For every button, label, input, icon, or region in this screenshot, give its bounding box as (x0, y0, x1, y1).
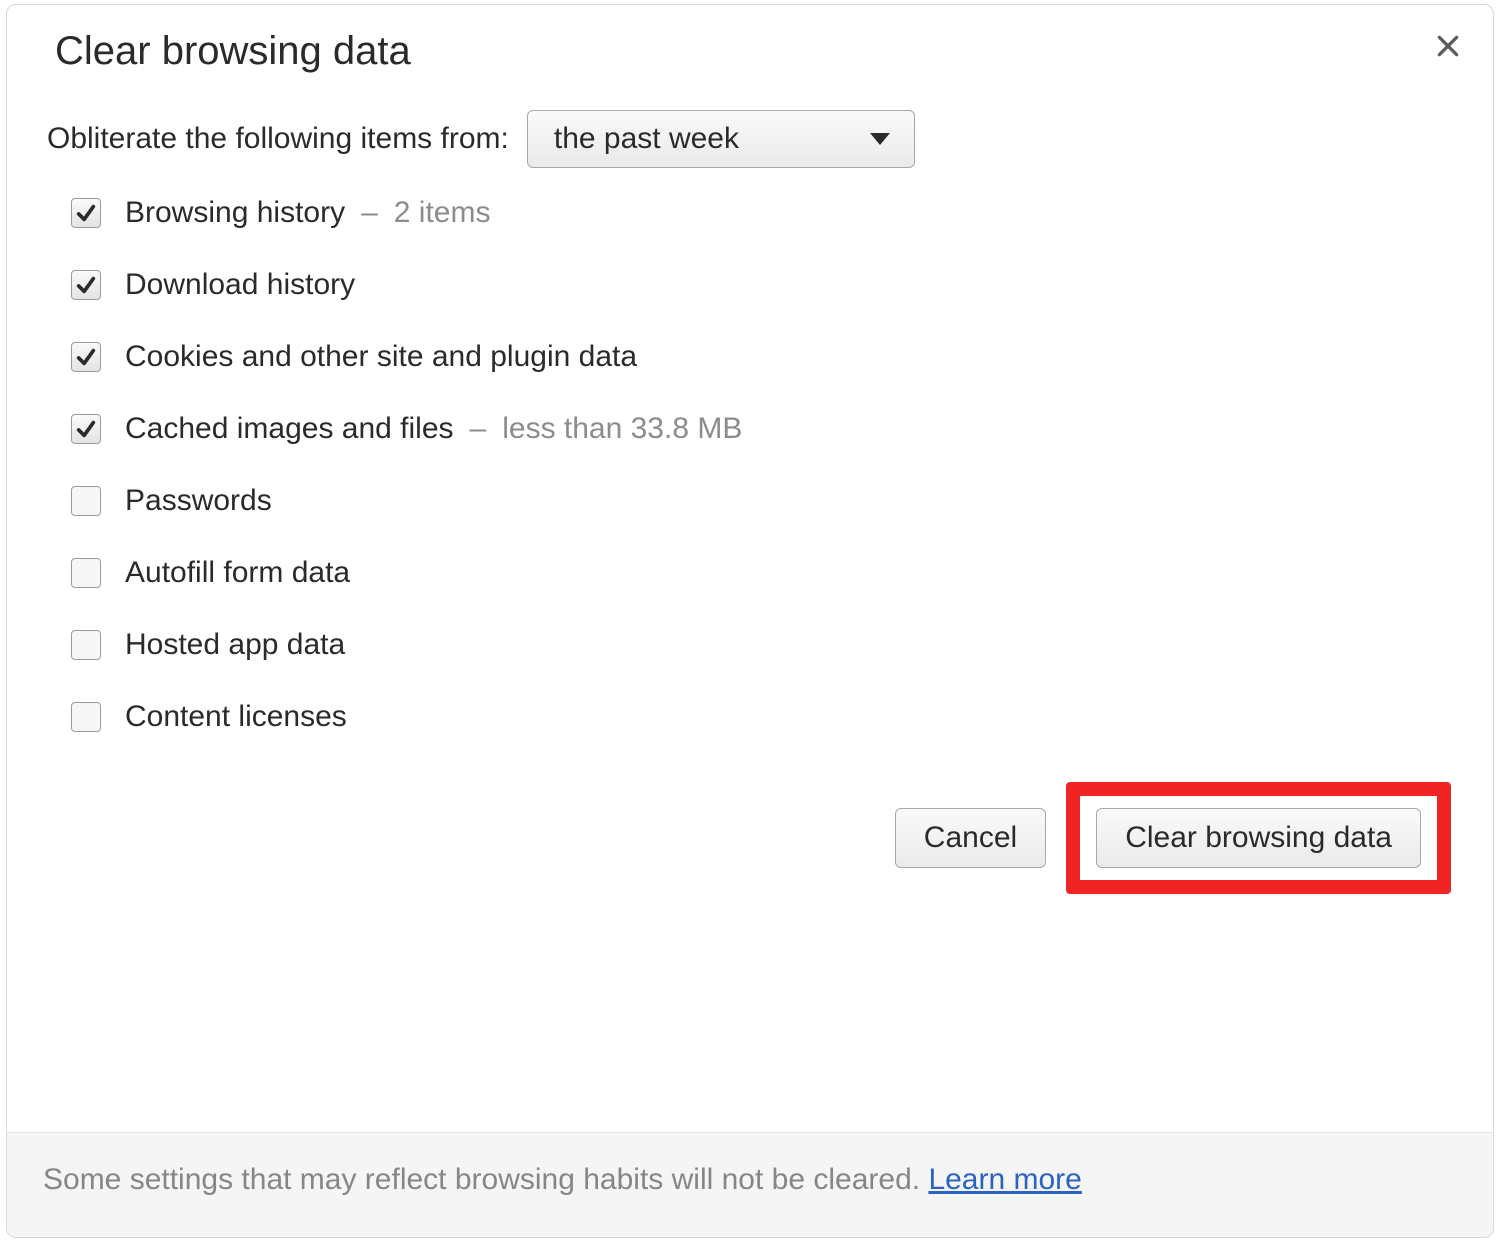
checkbox-cookies[interactable] (71, 342, 101, 372)
checkbox-hosted-app[interactable] (71, 630, 101, 660)
close-icon[interactable] (1428, 26, 1468, 66)
label-browsing-history: Browsing history (125, 196, 345, 230)
dialog-actions: Cancel Clear browsing data (47, 772, 1453, 928)
checkbox-download-history[interactable] (71, 270, 101, 300)
cancel-button-label: Cancel (924, 821, 1017, 855)
separator-dash: – (470, 412, 487, 446)
row-hosted-app: Hosted app data (71, 628, 1453, 662)
cancel-button[interactable]: Cancel (895, 808, 1046, 868)
row-cache: Cached images and files – less than 33.8… (71, 412, 1453, 446)
checkbox-cache[interactable] (71, 414, 101, 444)
checkbox-browsing-history[interactable] (71, 198, 101, 228)
clear-browsing-data-button-label: Clear browsing data (1125, 821, 1392, 855)
time-range-select[interactable]: the past week (527, 110, 915, 168)
highlight-annotation: Clear browsing data (1066, 782, 1451, 894)
label-hosted-app: Hosted app data (125, 628, 345, 662)
checkbox-passwords[interactable] (71, 486, 101, 516)
label-licenses: Content licenses (125, 700, 347, 734)
time-range-value: the past week (554, 122, 739, 156)
separator-dash: – (361, 196, 378, 230)
clear-browsing-data-button[interactable]: Clear browsing data (1096, 808, 1421, 868)
label-autofill: Autofill form data (125, 556, 350, 590)
row-browsing-history: Browsing history – 2 items (71, 196, 1453, 230)
label-cache: Cached images and files (125, 412, 454, 446)
row-download-history: Download history (71, 268, 1453, 302)
sub-browsing-history: 2 items (394, 196, 491, 230)
row-passwords: Passwords (71, 484, 1453, 518)
label-download-history: Download history (125, 268, 355, 302)
footer-text: Some settings that may reflect browsing … (43, 1163, 928, 1196)
row-licenses: Content licenses (71, 700, 1453, 734)
label-cookies: Cookies and other site and plugin data (125, 340, 637, 374)
dialog-title: Clear browsing data (55, 29, 1445, 74)
checkbox-autofill[interactable] (71, 558, 101, 588)
data-type-checklist: Browsing history – 2 items Download hist… (47, 196, 1453, 734)
learn-more-link[interactable]: Learn more (928, 1163, 1081, 1196)
clear-browsing-data-dialog: Clear browsing data Obliterate the follo… (6, 4, 1494, 1238)
time-range-label: Obliterate the following items from: (47, 122, 509, 156)
row-autofill: Autofill form data (71, 556, 1453, 590)
chevron-down-icon (870, 133, 890, 145)
label-passwords: Passwords (125, 484, 272, 518)
sub-cache: less than 33.8 MB (502, 412, 742, 446)
checkbox-licenses[interactable] (71, 702, 101, 732)
row-cookies: Cookies and other site and plugin data (71, 340, 1453, 374)
dialog-footer: Some settings that may reflect browsing … (7, 1132, 1493, 1237)
